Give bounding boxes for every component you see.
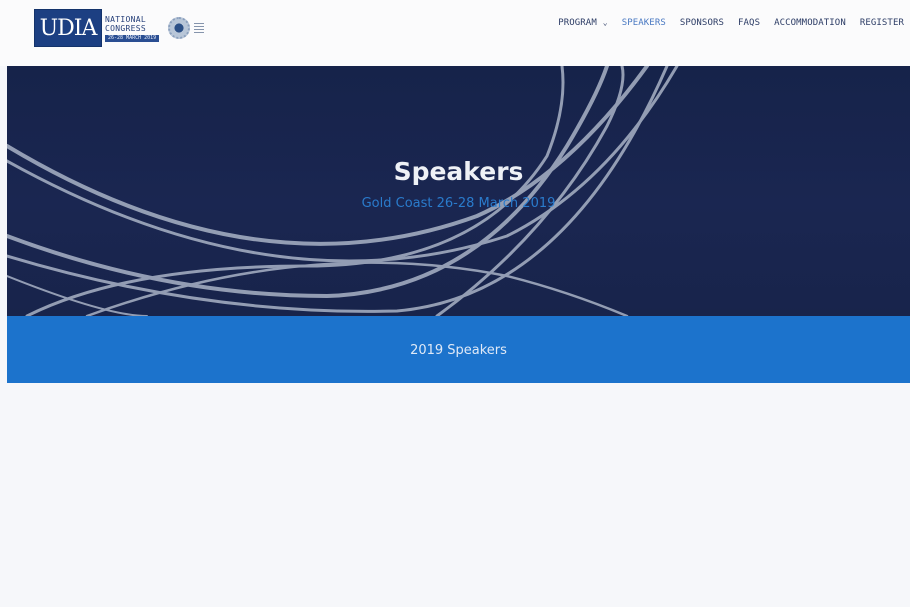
page-title: Speakers bbox=[393, 157, 524, 186]
nav-item-speakers[interactable]: SPEAKERS bbox=[622, 18, 666, 28]
nav-item-faqs[interactable]: FAQS bbox=[738, 18, 760, 28]
event-subtitle: Gold Coast 26-28 March 2019 bbox=[361, 196, 556, 211]
chevron-down-icon: ⌄ bbox=[597, 18, 608, 27]
udia-logo[interactable]: UDIA NATIONAL CONGRESS 26-28 MARCH 2019 bbox=[34, 9, 205, 47]
nav-item-register[interactable]: REGISTER bbox=[860, 18, 904, 28]
logo-wordmark: NATIONAL CONGRESS 26-28 MARCH 2019 bbox=[105, 9, 160, 47]
nav-item-accommodation[interactable]: ACCOMMODATION bbox=[774, 18, 846, 28]
logo-mark: UDIA bbox=[34, 9, 102, 47]
seal-icon bbox=[168, 17, 191, 39]
seal-caption-icon bbox=[194, 23, 205, 33]
speakers-content-area bbox=[7, 383, 910, 607]
hero-banner: Speakers Gold Coast 26-28 March 2019 bbox=[7, 66, 910, 316]
logo-line-congress: CONGRESS bbox=[105, 23, 146, 33]
logo-dates: 26-28 MARCH 2019 bbox=[105, 34, 160, 42]
site-header: UDIA NATIONAL CONGRESS 26-28 MARCH 2019 … bbox=[0, 0, 910, 66]
nav-item-sponsors[interactable]: SPONSORS bbox=[680, 18, 724, 28]
section-heading: 2019 Speakers bbox=[410, 343, 507, 358]
logo-line-national: NATIONAL bbox=[105, 14, 146, 24]
nav-program-label: PROGRAM bbox=[558, 18, 597, 28]
main-nav: PROGRAM ⌄ SPEAKERS SPONSORS FAQS ACCOMMO… bbox=[558, 18, 904, 28]
hero-arcs-graphic bbox=[7, 66, 679, 316]
nav-item-program[interactable]: PROGRAM ⌄ bbox=[558, 18, 607, 28]
section-banner: 2019 Speakers bbox=[7, 316, 910, 383]
